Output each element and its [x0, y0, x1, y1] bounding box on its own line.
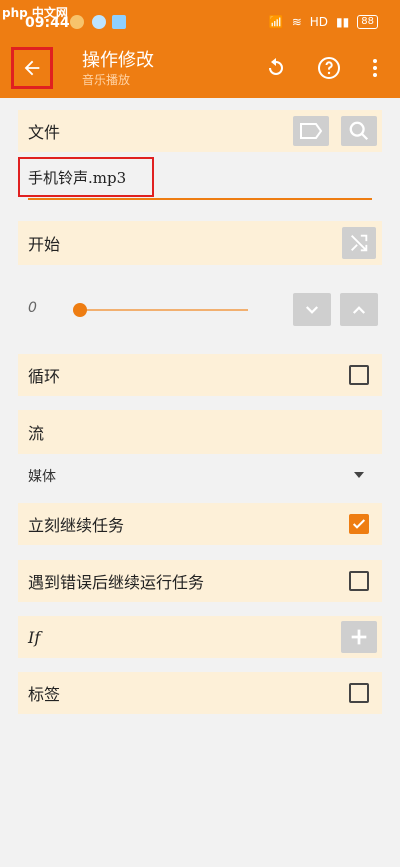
check-icon — [352, 519, 366, 529]
shuffle-button[interactable] — [342, 227, 376, 259]
file-row: 文件 — [18, 110, 382, 152]
tag-row[interactable]: 标签 — [18, 672, 382, 714]
plus-icon — [351, 629, 367, 645]
signal-bars-icon: ▮▮ — [336, 15, 350, 29]
loop-label: 循环 — [28, 367, 61, 386]
help-icon — [318, 57, 340, 79]
help-button[interactable] — [316, 55, 342, 81]
continue-on-error-row[interactable]: 遇到错误后继续运行任务 — [18, 560, 382, 602]
file-input[interactable]: 手机铃声.mp3 — [18, 157, 154, 197]
file-input-underline — [28, 198, 372, 200]
notification-icon — [70, 15, 84, 29]
battery-icon: 88 — [357, 15, 378, 29]
stream-select-value: 媒体 — [28, 469, 56, 485]
continue-checkbox[interactable] — [349, 514, 369, 534]
shuffle-icon — [351, 234, 368, 252]
loop-checkbox[interactable] — [349, 365, 369, 385]
status-time: 09:44 — [25, 15, 70, 31]
if-row: If — [18, 616, 382, 658]
back-button[interactable] — [11, 47, 53, 89]
signal-icon: 📶 — [268, 15, 284, 29]
notification-icon — [92, 15, 106, 29]
add-condition-button[interactable] — [341, 621, 377, 653]
loop-row[interactable]: 循环 — [18, 354, 382, 396]
slider-value: 0 — [28, 300, 37, 316]
if-label: If — [28, 627, 41, 647]
page-title: 操作修改 — [82, 50, 154, 71]
page-subtitle: 音乐播放 — [82, 73, 131, 87]
slider-thumb[interactable] — [73, 303, 87, 317]
chevron-up-icon — [352, 305, 366, 314]
continue-on-error-label: 遇到错误后继续运行任务 — [28, 573, 205, 592]
stream-select[interactable]: 媒体 — [28, 463, 372, 489]
tag-button[interactable] — [293, 116, 329, 146]
wifi-icon: ≋ — [291, 15, 302, 29]
status-bar: php 中文网 09:44 📶 ≋ HD ▮▮ 88 — [0, 0, 400, 38]
search-icon — [349, 121, 369, 141]
file-input-value: 手机铃声.mp3 — [28, 168, 127, 187]
start-row: 开始 — [18, 221, 382, 265]
slider-track[interactable] — [80, 309, 248, 311]
reset-button[interactable] — [263, 55, 289, 81]
dropdown-caret-icon — [354, 472, 364, 478]
tag-checkbox[interactable] — [349, 683, 369, 703]
tag-label: 标签 — [28, 685, 61, 704]
start-label: 开始 — [28, 235, 61, 254]
stream-row: 流 — [18, 410, 382, 454]
app-bar: 操作修改 音乐播放 — [0, 38, 400, 98]
file-label: 文件 — [28, 123, 61, 142]
network-type: HD — [309, 15, 329, 29]
more-vertical-icon — [373, 59, 377, 77]
arrow-left-icon — [24, 60, 40, 76]
more-button[interactable] — [362, 55, 388, 81]
label-icon — [300, 123, 323, 139]
stream-label: 流 — [28, 424, 45, 443]
decrease-button[interactable] — [293, 293, 331, 326]
chevron-down-icon — [305, 305, 319, 314]
notification-icon — [112, 15, 126, 29]
continue-row[interactable]: 立刻继续任务 — [18, 503, 382, 545]
continue-label: 立刻继续任务 — [28, 516, 125, 535]
increase-button[interactable] — [340, 293, 378, 326]
search-button[interactable] — [341, 116, 377, 146]
undo-icon — [269, 58, 283, 75]
continue-on-error-checkbox[interactable] — [349, 571, 369, 591]
status-right: 📶 ≋ HD ▮▮ 88 — [269, 15, 378, 29]
